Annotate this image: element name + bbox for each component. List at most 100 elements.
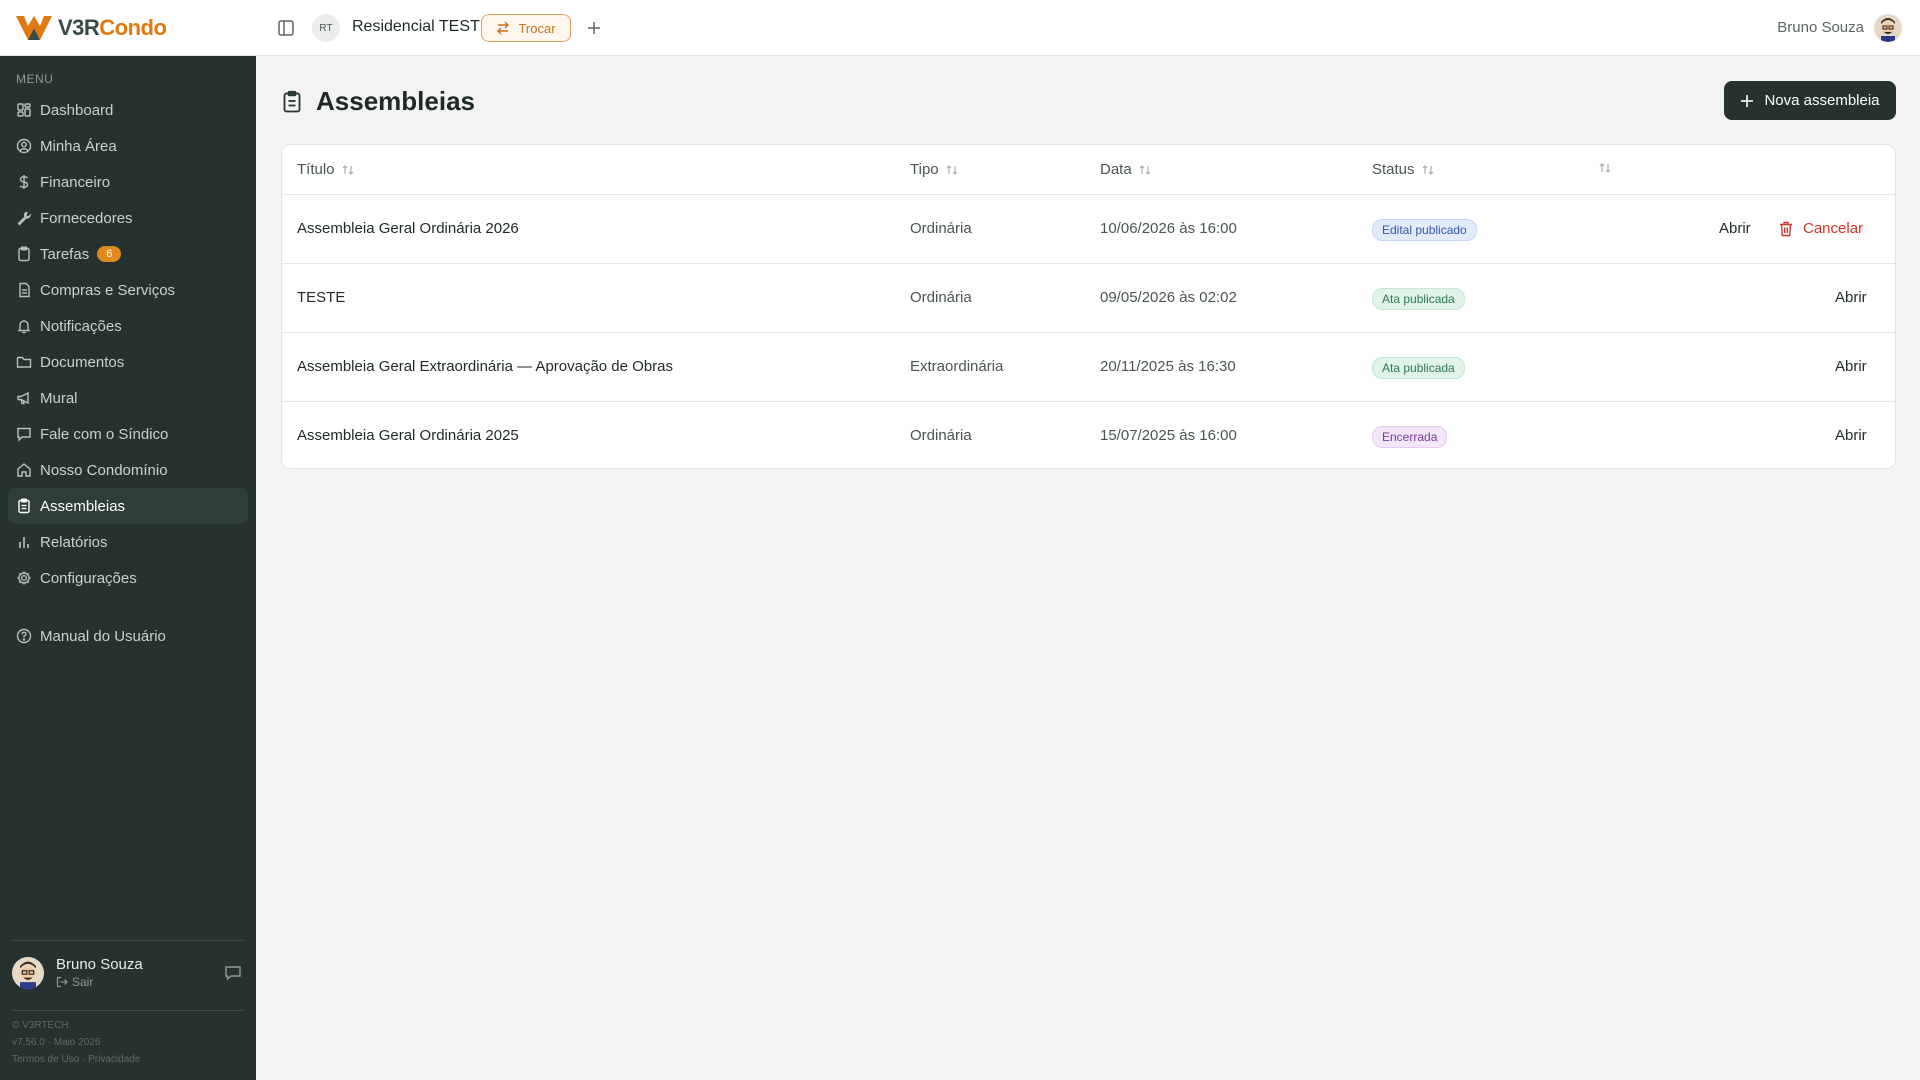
open-button[interactable]: Abrir: [1835, 427, 1867, 444]
sidebar-item-documentos[interactable]: Documentos: [8, 344, 248, 380]
condo-avatar: RT: [312, 14, 340, 42]
sidebar-item-label: Mural: [40, 389, 78, 407]
chat-icon[interactable]: [224, 964, 242, 982]
cell-titulo: Assembleia Geral Ordinária 2026: [297, 220, 519, 237]
sidebar-item-compras[interactable]: Compras e Serviços: [8, 272, 248, 308]
home-icon: [17, 463, 31, 477]
sidebar-nav: Dashboard Minha Área Financeiro Forneced…: [8, 92, 248, 596]
sidebar-user: Bruno Souza Sair: [12, 956, 143, 989]
sidebar-item-fornecedores[interactable]: Fornecedores: [8, 200, 248, 236]
privacy-link[interactable]: Privacidade: [88, 1054, 140, 1065]
top-bar: V3RCondo RT Residencial TESTE Trocar Bru…: [0, 0, 1920, 56]
help-circle-icon: [16, 628, 32, 644]
cell-titulo: Assembleia Geral Extraordinária — Aprova…: [297, 358, 674, 375]
menu-label: MENU: [16, 72, 54, 86]
brand-name-v3r: V3R: [58, 15, 100, 40]
plus-icon: [1741, 94, 1754, 107]
user-circle-icon: [16, 138, 32, 154]
sidebar-item-financeiro[interactable]: Financeiro: [8, 164, 248, 200]
swap-icon: [497, 21, 510, 35]
open-button[interactable]: Abrir: [1835, 358, 1867, 375]
sidebar-divider-bottom: [12, 1010, 244, 1011]
sidebar-item-fale-sindico[interactable]: Fale com o Síndico: [8, 416, 248, 452]
cancel-label: Cancelar: [1803, 220, 1864, 237]
message-icon: [17, 427, 31, 442]
column-header-actions[interactable]: [1598, 161, 1612, 175]
open-button[interactable]: Abrir: [1835, 289, 1867, 306]
sidebar-item-label: Configurações: [40, 569, 137, 587]
new-assembly-button[interactable]: Nova assembleia: [1724, 81, 1896, 120]
table-row: Assembleia Geral Extraordinária — Aprova…: [282, 333, 1895, 402]
sidebar-item-relatorios[interactable]: Relatórios: [8, 524, 248, 560]
sort-icon: [1139, 164, 1151, 175]
sort-icon: [946, 164, 958, 175]
status-badge: Encerrada: [1372, 426, 1448, 448]
column-header-data[interactable]: Data: [1100, 161, 1152, 178]
bell-icon: [17, 320, 31, 334]
cell-titulo: TESTE: [297, 289, 346, 306]
folder-icon: [16, 356, 32, 368]
sort-icon: [342, 164, 353, 175]
dashboard-icon: [17, 103, 31, 117]
brand-logo[interactable]: V3RCondo: [14, 10, 167, 46]
sidebar-item-dashboard[interactable]: Dashboard: [8, 92, 248, 128]
trash-icon: [1780, 221, 1792, 236]
dollar-icon: [19, 175, 29, 189]
sidebar-item-label: Nosso Condomínio: [40, 461, 168, 479]
new-assembly-label: Nova assembleia: [1764, 92, 1880, 109]
clipboard-icon: [18, 246, 30, 262]
sidebar-item-label: Assembleias: [40, 497, 126, 515]
cell-tipo: Ordinária: [910, 427, 972, 444]
switch-condo-label: Trocar: [518, 20, 556, 36]
cell-titulo: Assembleia Geral Ordinária 2025: [297, 427, 519, 444]
sidebar-item-label: Fornecedores: [40, 209, 133, 227]
clipboard-list-icon: [283, 90, 301, 112]
terms-link[interactable]: Termos de Uso: [12, 1054, 79, 1065]
sidebar-item-label: Financeiro: [40, 173, 111, 191]
clipboard-list-icon: [18, 498, 30, 514]
sidebar-item-label: Manual do Usuário: [40, 627, 166, 645]
cancel-button[interactable]: Cancelar: [1779, 220, 1863, 237]
header-user-avatar[interactable]: [1874, 14, 1902, 42]
sidebar-item-configuracoes[interactable]: Configurações: [8, 560, 248, 596]
open-button[interactable]: Abrir: [1719, 220, 1751, 237]
logout-link[interactable]: Sair: [56, 975, 143, 989]
table-row: Assembleia Geral Ordinária 2026 Ordinári…: [282, 195, 1895, 264]
sidebar-item-mural[interactable]: Mural: [8, 380, 248, 416]
copyright-text: © V3RTECH: [12, 1020, 69, 1031]
header-user-name[interactable]: Bruno Souza: [1777, 19, 1864, 36]
sidebar-item-label: Relatórios: [40, 533, 108, 551]
table-row: Assembleia Geral Ordinária 2025 Ordinári…: [282, 402, 1895, 468]
sidebar-item-label: Fale com o Síndico: [40, 425, 169, 443]
sidebar-item-minha-area[interactable]: Minha Área: [8, 128, 248, 164]
sidebar-item-label: Minha Área: [40, 137, 117, 155]
version-text: v7.56.0 · Maio 2026: [12, 1037, 101, 1048]
cell-data: 10/06/2026 às 16:00: [1100, 220, 1237, 237]
sidebar-toggle-icon[interactable]: [276, 18, 296, 38]
column-header-titulo[interactable]: Título: [297, 161, 355, 178]
sidebar-user-avatar[interactable]: [12, 956, 44, 989]
sidebar-item-tarefas[interactable]: Tarefas 6: [8, 236, 248, 272]
sidebar-item-label: Tarefas: [40, 245, 90, 263]
brand-name-condo: Condo: [99, 15, 167, 40]
status-badge: Edital publicado: [1372, 219, 1477, 241]
cell-tipo: Ordinária: [910, 220, 972, 237]
sidebar-item-label: Documentos: [40, 353, 125, 371]
add-condo-icon[interactable]: [584, 18, 604, 38]
tasks-count-badge: 6: [97, 246, 122, 262]
sidebar-item-assembleias[interactable]: Assembleias: [8, 488, 248, 524]
column-header-tipo[interactable]: Tipo: [910, 161, 959, 178]
sidebar-item-label: Compras e Serviços: [40, 281, 176, 299]
table-header: Título Tipo Data Status: [282, 145, 1895, 195]
document-icon: [19, 282, 30, 298]
status-badge: Ata publicada: [1372, 288, 1465, 310]
sidebar-item-nosso-condominio[interactable]: Nosso Condomínio: [8, 452, 248, 488]
switch-condo-button[interactable]: Trocar: [481, 14, 571, 42]
sidebar-item-notificacoes[interactable]: Notificações: [8, 308, 248, 344]
sidebar-user-name: Bruno Souza: [56, 956, 143, 973]
logout-icon: [56, 976, 68, 988]
column-header-status[interactable]: Status: [1372, 161, 1435, 178]
sidebar-item-manual[interactable]: Manual do Usuário: [8, 618, 248, 654]
cell-data: 20/11/2025 às 16:30: [1100, 358, 1236, 375]
cell-data: 15/07/2025 às 16:00: [1100, 427, 1237, 444]
